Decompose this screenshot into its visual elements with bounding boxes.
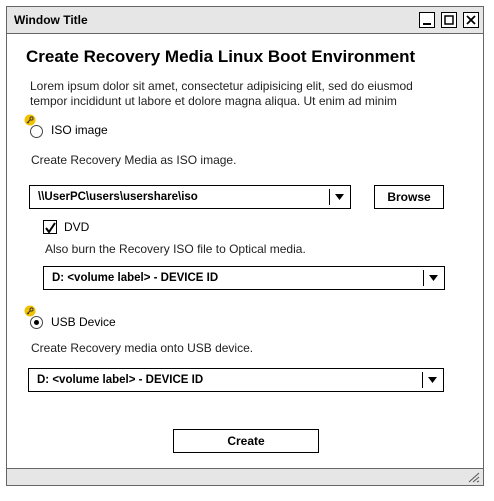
chevron-down-icon[interactable]: [428, 377, 437, 383]
iso-description: Create Recovery Media as ISO image.: [31, 153, 237, 167]
checkmark-icon: [45, 222, 56, 234]
status-bar: [7, 468, 483, 485]
iso-image-radio[interactable]: [30, 125, 43, 138]
browse-button[interactable]: Browse: [374, 185, 444, 209]
chevron-down-icon[interactable]: [429, 275, 438, 281]
create-button[interactable]: Create: [173, 429, 319, 453]
resize-grip-icon[interactable]: [466, 471, 480, 483]
combo-divider: [422, 372, 423, 388]
app-window: Window Title Create Recovery Media Linux…: [6, 6, 484, 486]
close-button[interactable]: [463, 12, 479, 28]
iso-image-label: ISO image: [51, 123, 108, 137]
usb-device-value: D: <volume label> - DEVICE ID: [37, 374, 204, 386]
description-text: Lorem ipsum dolor sit amet, consectetur …: [30, 79, 470, 109]
minimize-button[interactable]: [419, 12, 435, 28]
minimize-icon: [423, 23, 431, 25]
maximize-button[interactable]: [441, 12, 457, 28]
dvd-label: DVD: [64, 220, 90, 234]
iso-path-value: \\UserPC\users\usershare\iso: [38, 191, 198, 203]
description-line: tempor incididunt ut labore et dolore ma…: [30, 94, 397, 108]
usb-device-combobox[interactable]: D: <volume label> - DEVICE ID: [28, 368, 444, 392]
maximize-icon: [444, 15, 454, 25]
dvd-device-value: D: <volume label> - DEVICE ID: [52, 272, 219, 284]
combo-divider: [423, 270, 424, 286]
iso-path-combobox[interactable]: \\UserPC\users\usershare\iso: [29, 185, 351, 209]
usb-device-radio[interactable]: [30, 316, 43, 329]
usb-device-label: USB Device: [51, 315, 116, 329]
close-icon: [466, 15, 476, 25]
dvd-checkbox[interactable]: [43, 220, 57, 234]
description-line: Lorem ipsum dolor sit amet, consectetur …: [30, 79, 413, 93]
dvd-description: Also burn the Recovery ISO file to Optic…: [45, 242, 306, 256]
window-title: Window Title: [14, 13, 88, 27]
page-heading: Create Recovery Media Linux Boot Environ…: [26, 47, 416, 66]
chevron-down-icon[interactable]: [335, 194, 344, 200]
title-bar[interactable]: Window Title: [7, 7, 483, 34]
dvd-device-combobox[interactable]: D: <volume label> - DEVICE ID: [43, 266, 445, 290]
combo-divider: [329, 189, 330, 205]
usb-description: Create Recovery media onto USB device.: [31, 341, 254, 355]
